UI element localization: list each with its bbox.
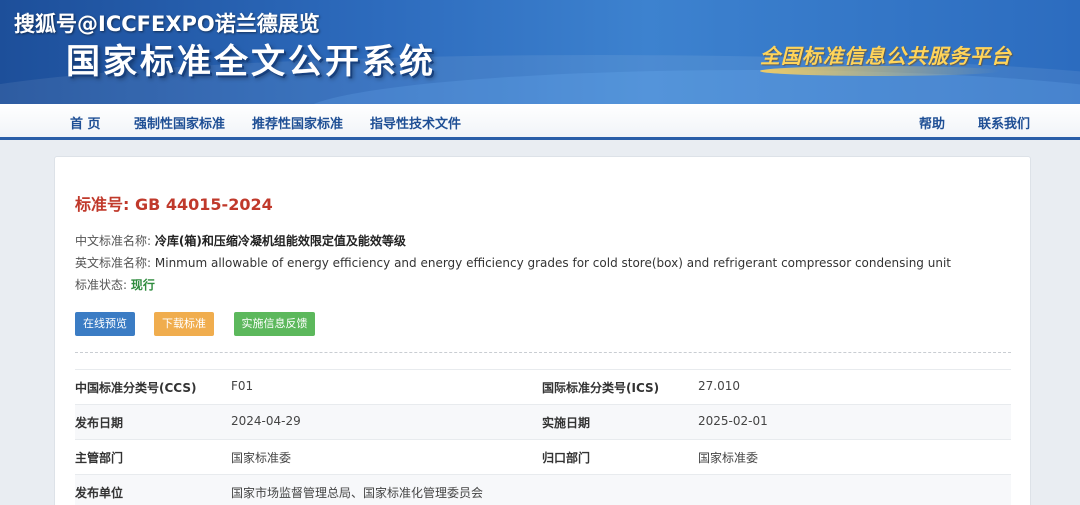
feedback-button[interactable]: 实施信息反馈	[234, 312, 315, 336]
divider	[75, 352, 1011, 353]
nav-mandatory[interactable]: 强制性国家标准	[134, 113, 225, 132]
preview-online-button[interactable]: 在线预览	[75, 312, 135, 336]
nav-recommended[interactable]: 推荐性国家标准	[252, 113, 343, 132]
platform-logo-text: 全国标准信息公共服务平台	[760, 44, 1012, 68]
info-label: 中国标准分类号(CCS)	[75, 381, 197, 395]
info-value: 国家市场监督管理总局、国家标准化管理委员会	[231, 486, 484, 500]
standard-number-label: 标准号:	[75, 195, 130, 214]
info-label: 发布单位	[75, 486, 124, 500]
info-label: 国际标准分类号(ICS)	[542, 381, 660, 395]
status-field: 标准状态: 现行	[75, 276, 155, 293]
info-label: 实施日期	[542, 416, 591, 430]
info-row: 发布单位 国家市场监督管理总局、国家标准化管理委员会	[75, 474, 1011, 505]
status-badge: 现行	[130, 278, 155, 292]
site-title: 国家标准全文公开系统	[66, 42, 436, 82]
info-row: 主管部门 国家标准委 归口部门 国家标准委	[75, 439, 1011, 474]
info-row: 中国标准分类号(CCS) F01 国际标准分类号(ICS) 27.010	[75, 369, 1011, 404]
info-value: 2024-04-29	[231, 414, 301, 428]
platform-swoosh	[760, 66, 1000, 76]
en-name-field: 英文标准名称: Minmum allowable of energy effic…	[75, 254, 951, 271]
info-label: 主管部门	[75, 451, 124, 465]
standard-number: 标准号: GB 44015-2024	[75, 191, 273, 215]
info-row: 发布日期 2024-04-29 实施日期 2025-02-01	[75, 404, 1011, 439]
site-banner: 搜狐号@ICCFEXPO诺兰德展览 国家标准全文公开系统 全国标准信息公共服务平…	[0, 0, 1080, 104]
status-label: 标准状态:	[75, 278, 128, 292]
info-value: 27.010	[698, 379, 740, 393]
en-name-label: 英文标准名称:	[75, 256, 152, 270]
cn-name-field: 中文标准名称: 冷库(箱)和压缩冷凝机组能效限定值及能效等级	[75, 232, 406, 249]
nav-contact[interactable]: 联系我们	[978, 113, 1030, 132]
cn-name-label: 中文标准名称:	[75, 234, 152, 248]
standard-detail-card: 标准号: GB 44015-2024 中文标准名称: 冷库(箱)和压缩冷凝机组能…	[54, 156, 1031, 505]
download-standard-button[interactable]: 下载标准	[154, 312, 214, 336]
nav-guidance[interactable]: 指导性技术文件	[370, 113, 461, 132]
info-value: F01	[231, 379, 254, 393]
info-value: 国家标准委	[698, 451, 759, 465]
info-value: 国家标准委	[231, 451, 292, 465]
nav-help[interactable]: 帮助	[919, 113, 945, 132]
info-label: 归口部门	[542, 451, 591, 465]
cn-name-value: 冷库(箱)和压缩冷凝机组能效限定值及能效等级	[154, 234, 406, 248]
main-nav: 首 页 强制性国家标准 推荐性国家标准 指导性技术文件 帮助 联系我们	[0, 104, 1080, 140]
standard-number-value: GB 44015-2024	[134, 195, 273, 214]
info-value: 2025-02-01	[698, 414, 768, 428]
info-label: 发布日期	[75, 416, 124, 430]
nav-home[interactable]: 首 页	[70, 113, 101, 132]
en-name-value: Minmum allowable of energy efficiency an…	[154, 256, 951, 270]
